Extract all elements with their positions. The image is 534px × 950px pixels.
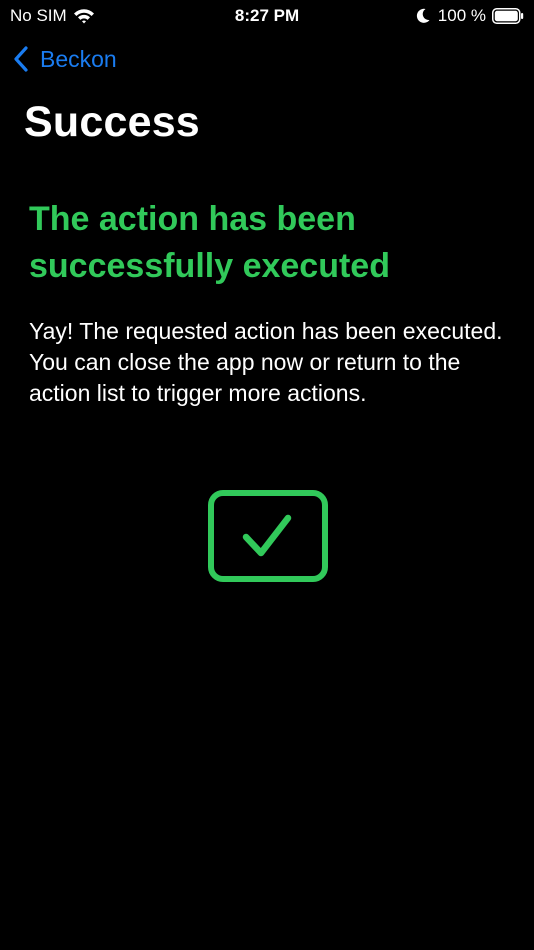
battery-percent: 100 %	[437, 6, 486, 25]
chevron-left-icon	[12, 44, 30, 74]
back-button[interactable]: Beckon	[12, 44, 117, 74]
status-right: 100 %	[416, 6, 524, 26]
checkmark-square-icon	[208, 490, 328, 582]
page-title: Success	[24, 98, 200, 146]
back-button-label: Beckon	[40, 45, 117, 72]
success-heading: The action has been successfully execute…	[29, 200, 390, 285]
battery-icon	[492, 8, 524, 24]
moon-icon	[416, 8, 430, 24]
status-bar: No SIM 8:27 PM 100 %	[0, 0, 534, 34]
success-message: Yay! The requested action has been execu…	[29, 318, 503, 406]
